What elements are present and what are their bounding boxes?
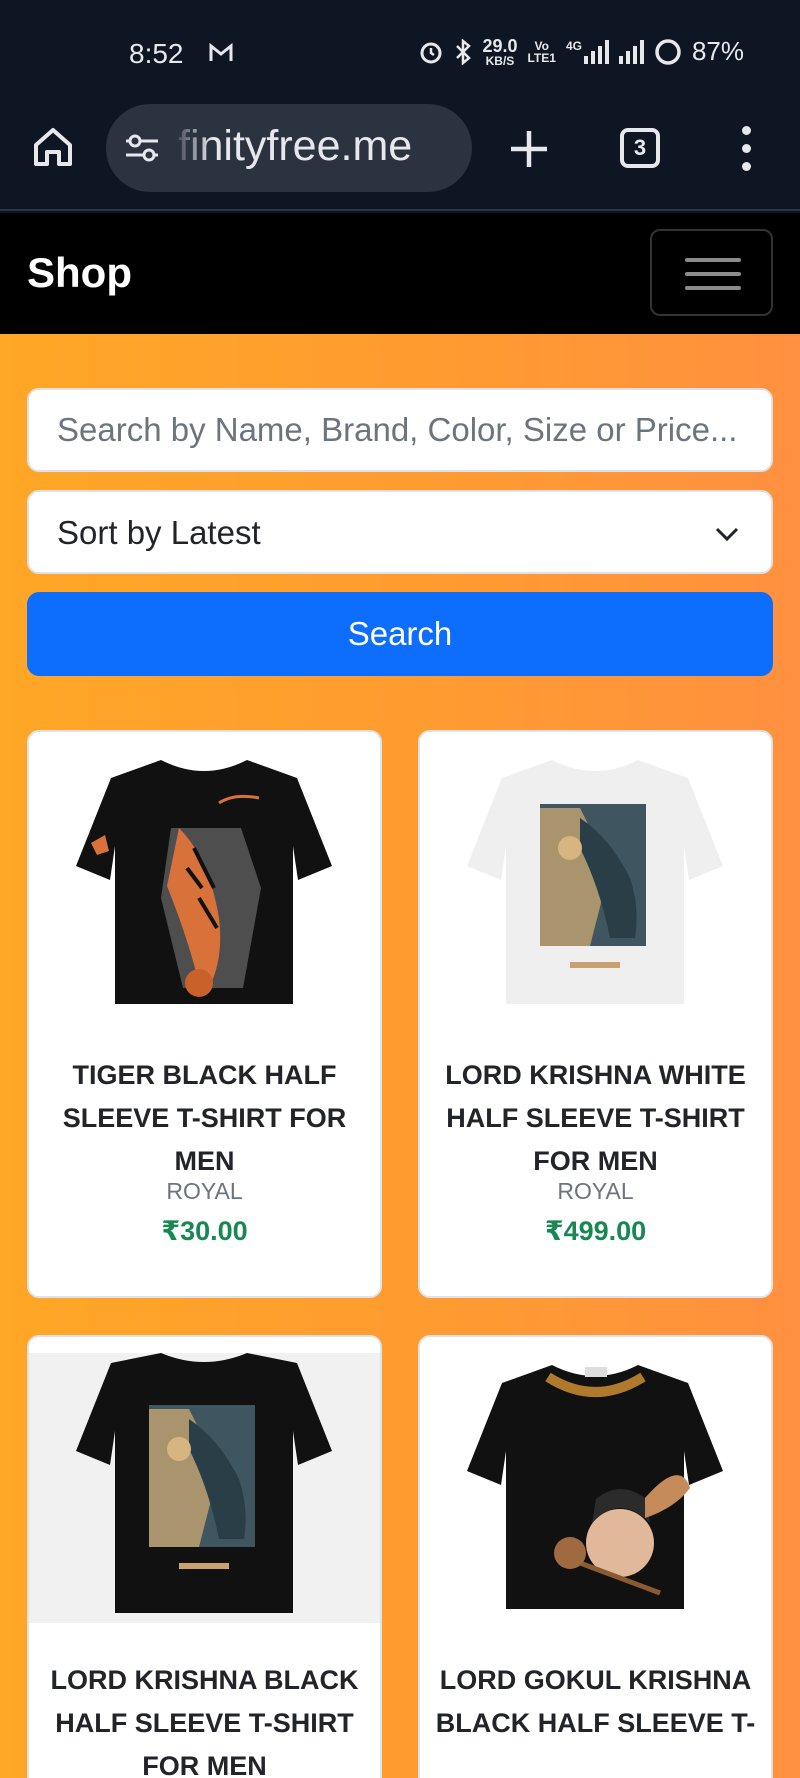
volte-indicator: Vo LTE1 [527, 38, 556, 65]
alarm-icon [420, 42, 442, 63]
navbar-toggle-button[interactable] [650, 229, 773, 316]
home-icon[interactable] [30, 124, 76, 170]
product-image[interactable] [29, 1353, 380, 1623]
search-input[interactable] [27, 388, 773, 472]
clock: 8:52 [129, 38, 184, 69]
hamburger-icon [685, 258, 741, 262]
site-settings-icon[interactable] [124, 132, 160, 164]
battery-level: 87% [691, 36, 744, 66]
product-image[interactable] [29, 748, 380, 1018]
product-title[interactable]: LORD KRISHNA WHITE HALF SLEEVE T-SHIRT F… [430, 1054, 761, 1183]
product-title[interactable]: TIGER BLACK HALF SLEEVE T-SHIRT FOR MEN [39, 1054, 370, 1183]
product-brand: ROYAL [557, 1178, 634, 1204]
address-bar[interactable]: finityfree.me [106, 104, 472, 192]
site-navbar: Shop [0, 213, 800, 334]
new-tab-icon[interactable] [506, 126, 552, 172]
product-title[interactable]: LORD GOKUL KRISHNA BLACK HALF SLEEVE T- [430, 1659, 761, 1745]
gmail-icon [209, 42, 233, 61]
signal-icon [583, 39, 609, 64]
net-speed: 29.0 KB/S [482, 35, 518, 68]
battery-icon [655, 38, 681, 65]
sort-select[interactable]: Sort by Latest [27, 490, 773, 574]
product-card[interactable]: LORD KRISHNA WHITE HALF SLEEVE T-SHIRT F… [418, 730, 773, 1298]
search-button[interactable]: Search [27, 592, 773, 676]
browser-toolbar: finityfree.me 3 [0, 104, 800, 211]
status-icons: 29.0 KB/S Vo LTE1 4G 87% [418, 36, 744, 67]
signal-icon-sim2 [618, 39, 644, 64]
status-bar: 8:52 29.0 KB/S Vo LTE1 4G 87% [0, 0, 800, 104]
product-brand: ROYAL [166, 1178, 243, 1204]
product-card[interactable]: TIGER BLACK HALF SLEEVE T-SHIRT FOR MEN … [27, 730, 382, 1298]
network-type: 4G [565, 38, 582, 53]
product-price: ₹499.00 [544, 1216, 647, 1246]
product-price: ₹30.00 [161, 1216, 248, 1246]
url-text[interactable]: finityfree.me [178, 122, 412, 171]
shop-content: Sort by Latest Search TIGER BLACK HALF S… [0, 334, 800, 1778]
product-card[interactable]: LORD KRISHNA BLACK HALF SLEEVE T-SHIRT F… [27, 1335, 382, 1778]
more-options-icon[interactable] [734, 126, 758, 172]
product-image[interactable] [420, 748, 771, 1018]
navbar-brand[interactable]: Shop [27, 249, 132, 297]
bluetooth-icon [456, 38, 472, 65]
product-card[interactable]: LORD GOKUL KRISHNA BLACK HALF SLEEVE T- [418, 1335, 773, 1778]
tab-switcher-button[interactable]: 3 [620, 128, 660, 168]
product-image[interactable] [420, 1353, 771, 1623]
chevron-down-icon [715, 527, 739, 542]
product-title[interactable]: LORD KRISHNA BLACK HALF SLEEVE T-SHIRT F… [39, 1659, 370, 1778]
sort-select-value: Sort by Latest [57, 514, 261, 551]
